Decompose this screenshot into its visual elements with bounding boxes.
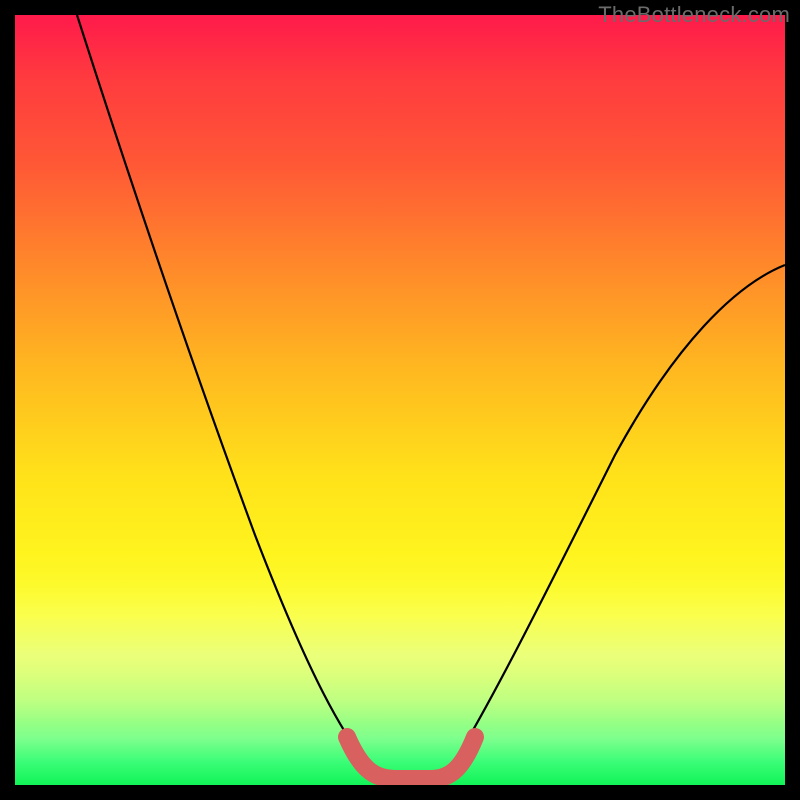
plot-area bbox=[15, 15, 785, 785]
left-curve bbox=[77, 15, 380, 777]
bottom-band bbox=[347, 737, 475, 779]
curve-layer bbox=[15, 15, 785, 785]
watermark-text: TheBottleneck.com bbox=[598, 2, 790, 28]
chart-frame: TheBottleneck.com bbox=[0, 0, 800, 800]
right-curve bbox=[445, 265, 785, 777]
